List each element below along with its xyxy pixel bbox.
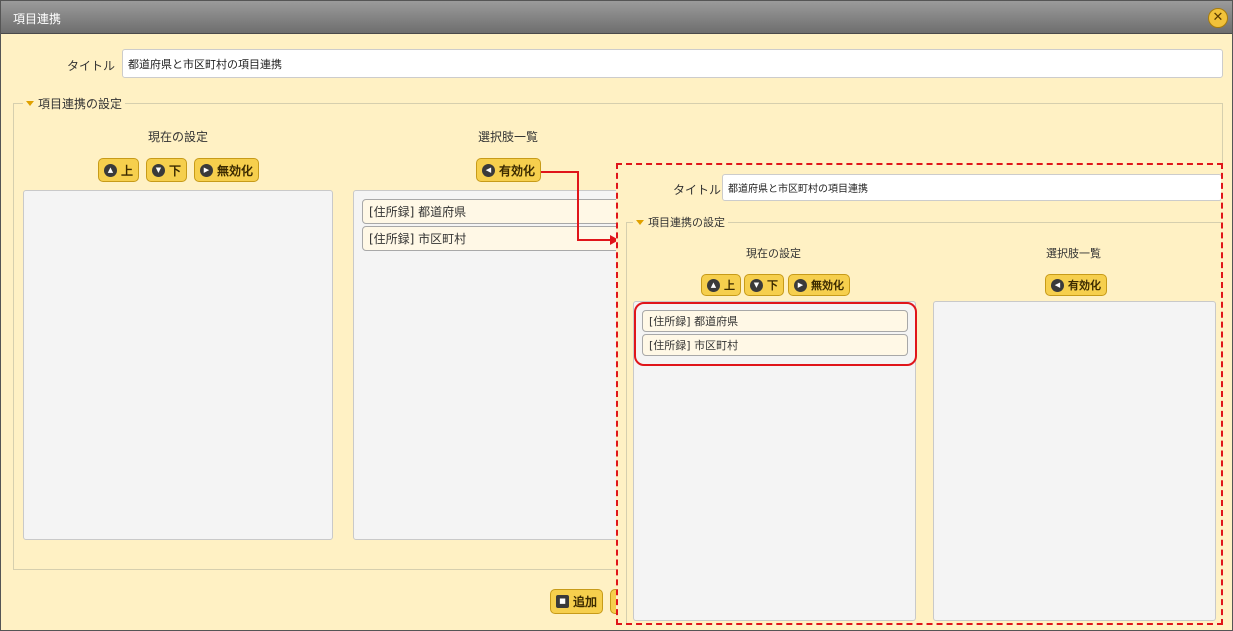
arrow-up-icon: ▲ xyxy=(707,278,720,292)
move-up-button[interactable]: ▲ 上 xyxy=(98,158,140,182)
current-settings-heading: 現在の設定 xyxy=(148,130,209,144)
move-down-button[interactable]: ▼ 下 xyxy=(146,158,188,182)
result-enable-button[interactable]: ◀ 有効化 xyxy=(1045,274,1107,296)
arrow-left-icon: ◀ xyxy=(482,163,495,177)
annotation-arrow-line xyxy=(577,171,579,241)
arrow-right-icon: ▶ xyxy=(200,163,213,177)
result-move-down-button[interactable]: ▼ 下 xyxy=(744,274,784,296)
close-icon[interactable]: ✕ xyxy=(1208,8,1228,28)
collapse-triangle-icon[interactable] xyxy=(26,101,34,106)
disable-button[interactable]: ▶ 無効化 xyxy=(194,158,260,182)
result-highlight-frame xyxy=(634,302,917,366)
enable-button[interactable]: ◀ 有効化 xyxy=(476,158,542,182)
arrow-down-icon: ▼ xyxy=(152,163,165,177)
settings-legend-label: 項目連携の設定 xyxy=(38,97,123,111)
dialog-titlebar[interactable]: 項目連携 ✕ xyxy=(1,1,1232,34)
arrow-left-icon: ◀ xyxy=(1051,278,1064,292)
result-title-input[interactable] xyxy=(722,174,1221,201)
collapse-triangle-icon[interactable] xyxy=(636,219,644,225)
options-list[interactable]: [住所録] 都道府県 [住所録] 市区町村 xyxy=(353,190,662,540)
arrow-down-icon: ▼ xyxy=(750,278,763,292)
annotation-arrow-line xyxy=(577,239,613,241)
result-preview-panel: タイトル 項目連携の設定 現在の設定 選択肢一覧 ▲ 上 ▼ 下 ▶ 無効化 ◀… xyxy=(616,163,1223,625)
arrow-right-icon: ▶ xyxy=(794,278,807,292)
arrow-up-icon: ▲ xyxy=(104,163,117,177)
result-settings-legend[interactable]: 項目連携の設定 xyxy=(633,214,728,230)
annotation-arrow-line xyxy=(541,171,579,173)
save-icon: ■ xyxy=(556,595,569,608)
current-settings-list[interactable] xyxy=(23,190,333,540)
result-settings-legend-label: 項目連携の設定 xyxy=(648,216,725,229)
title-input[interactable] xyxy=(122,49,1223,78)
result-options-heading: 選択肢一覧 xyxy=(1046,247,1101,260)
dialog-title: 項目連携 xyxy=(13,12,62,26)
result-title-label: タイトル xyxy=(673,183,722,197)
options-heading: 選択肢一覧 xyxy=(478,130,539,144)
title-label: タイトル xyxy=(67,59,116,73)
settings-legend[interactable]: 項目連携の設定 xyxy=(23,95,126,112)
result-options-list[interactable] xyxy=(933,301,1216,621)
link-settings-dialog: 項目連携 ✕ タイトル 項目連携の設定 現在の設定 選択肢一覧 ▲ 上 ▼ 下 … xyxy=(0,0,1233,631)
result-move-up-button[interactable]: ▲ 上 xyxy=(701,274,741,296)
add-button[interactable]: ■ 追加 xyxy=(550,589,604,614)
result-current-heading: 現在の設定 xyxy=(746,247,801,260)
result-disable-button[interactable]: ▶ 無効化 xyxy=(788,274,850,296)
